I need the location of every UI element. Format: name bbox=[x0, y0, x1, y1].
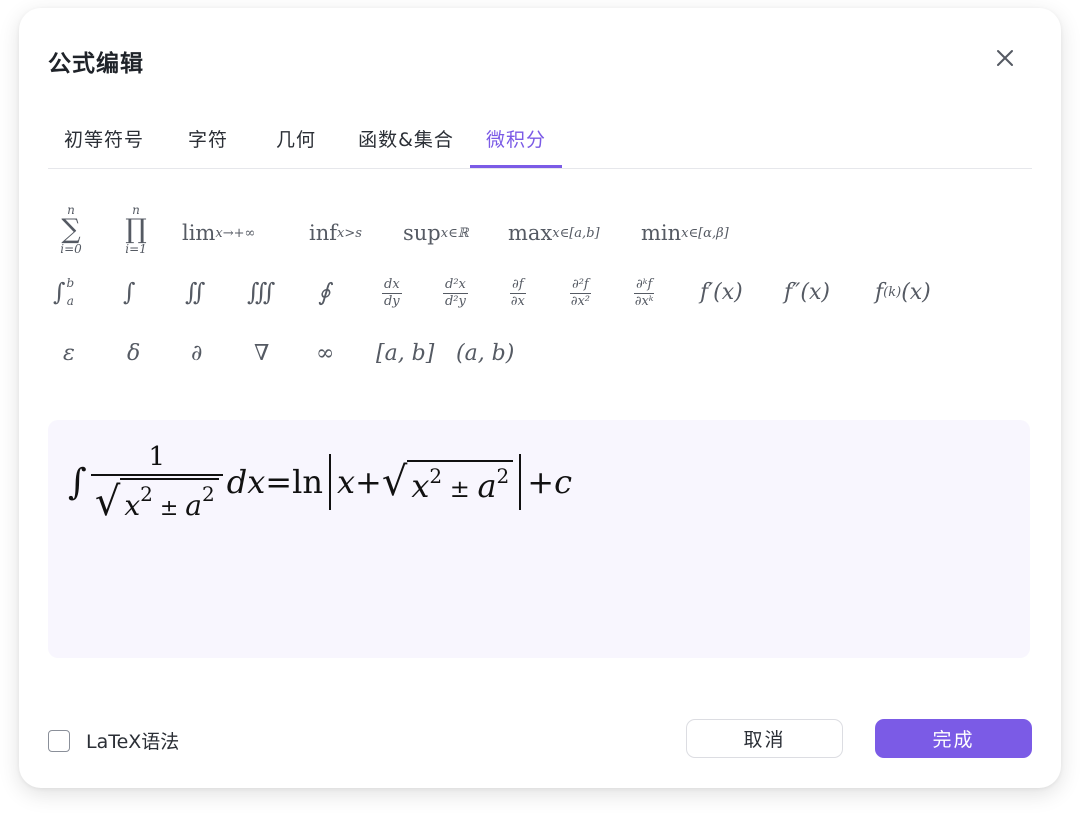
second-partial-derivative-symbol[interactable]: ∂²f ∂x² bbox=[570, 272, 591, 314]
triple-integral-symbol[interactable]: ∭ bbox=[247, 272, 275, 312]
partial-derivative-symbol[interactable]: ∂f ∂x bbox=[510, 272, 526, 314]
open-interval-symbol[interactable]: (a, b) bbox=[456, 333, 514, 373]
latex-syntax-label: LaTeX语法 bbox=[86, 731, 180, 753]
product-symbol[interactable]: n ∏ i=1 bbox=[116, 196, 156, 262]
tab-elementary-symbols[interactable]: 初等符号 bbox=[62, 124, 146, 168]
formula-fraction: 1 √ x2 ± a2 bbox=[90, 442, 223, 522]
supremum-symbol[interactable]: sup x∈ℝ bbox=[403, 213, 469, 253]
close-icon[interactable] bbox=[990, 43, 1020, 73]
partial-symbol[interactable]: ∂ bbox=[191, 333, 202, 373]
category-tabs: 初等符号 字符 几何 函数&集合 微积分 bbox=[48, 118, 1032, 169]
definite-integral-symbol[interactable]: ∫ ba bbox=[53, 270, 74, 314]
first-derivative-symbol[interactable]: f′(x) bbox=[700, 272, 743, 312]
formula-preview[interactable]: ∫ 1 √ x2 ± a2 dx = ln x + √ x2 ± a2 + c bbox=[48, 420, 1030, 658]
contour-integral-symbol[interactable]: ∮ bbox=[318, 272, 331, 312]
double-integral-symbol[interactable]: ∬ bbox=[185, 272, 205, 312]
maximum-symbol[interactable]: max x∈[a,b] bbox=[508, 213, 600, 253]
infinity-symbol[interactable]: ∞ bbox=[316, 333, 334, 373]
tab-functions-sets[interactable]: 函数&集合 bbox=[355, 124, 457, 168]
done-button[interactable]: 完成 bbox=[875, 719, 1032, 758]
tab-geometry[interactable]: 几何 bbox=[274, 124, 318, 168]
derivative-dxdy-symbol[interactable]: dx dy bbox=[382, 272, 402, 314]
cancel-button[interactable]: 取消 bbox=[686, 719, 843, 758]
delta-symbol[interactable]: δ bbox=[127, 333, 140, 373]
integral-symbol[interactable]: ∫ bbox=[123, 272, 136, 312]
checkbox-box[interactable] bbox=[48, 729, 70, 752]
infimum-symbol[interactable]: inf x>s bbox=[309, 213, 362, 253]
second-derivative-symbol[interactable]: d²x d²y bbox=[443, 272, 468, 314]
tab-calculus[interactable]: 微积分 bbox=[470, 124, 562, 168]
nabla-symbol[interactable]: ∇ bbox=[254, 333, 269, 373]
minimum-symbol[interactable]: min x∈[α,β] bbox=[641, 213, 729, 253]
latex-syntax-checkbox[interactable]: LaTeX语法 bbox=[48, 727, 179, 754]
kth-derivative-symbol[interactable]: f (k) (x) bbox=[875, 272, 931, 312]
tab-characters[interactable]: 字符 bbox=[186, 124, 230, 168]
formula-editor-dialog: 公式编辑 初等符号 字符 几何 函数&集合 微积分 n ∑ i=0 n ∏ i=1 li… bbox=[19, 8, 1061, 788]
kth-partial-derivative-symbol[interactable]: ∂ᵏf ∂xᵏ bbox=[634, 272, 655, 314]
dialog-title: 公式编辑 bbox=[48, 51, 144, 77]
sum-symbol[interactable]: n ∑ i=0 bbox=[51, 196, 91, 262]
rendered-formula: ∫ 1 √ x2 ± a2 dx = ln x + √ x2 ± a2 + c bbox=[68, 442, 573, 525]
closed-interval-symbol[interactable]: [a, b] bbox=[376, 333, 434, 373]
limit-symbol[interactable]: lim x→+∞ bbox=[182, 213, 255, 253]
epsilon-symbol[interactable]: ε bbox=[63, 333, 75, 373]
second-derivative-prime-symbol[interactable]: f″(x) bbox=[784, 272, 830, 312]
